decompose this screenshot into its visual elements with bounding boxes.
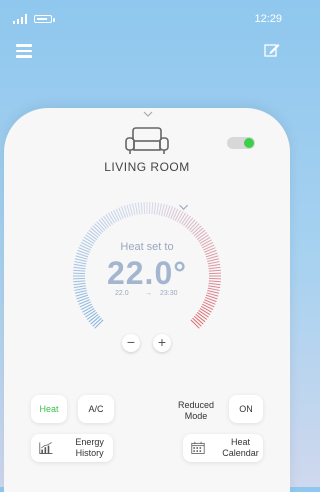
dial-tick [196,314,205,321]
sofa-icon [124,127,170,155]
menu-button[interactable] [16,44,32,58]
dial-tick [197,233,207,240]
dial-tick [199,310,209,317]
dial-tick [106,214,113,224]
dial-tick [104,216,111,226]
edit-icon[interactable] [264,42,280,58]
heat-mode-button[interactable]: Heat [31,395,67,423]
dial-tick [138,203,139,215]
dial-handle-icon[interactable] [180,205,188,209]
dial-tick [175,210,180,221]
dial-tick [152,202,153,214]
chevron-down-icon[interactable] [143,111,153,117]
dial-tick [187,220,195,229]
battery-icon [34,15,52,23]
dial-tick [159,203,161,215]
dial-tick [202,304,213,309]
increase-temp-button[interactable]: + [153,334,171,352]
dial-tick [177,211,183,221]
dial-tick [133,203,135,215]
dial-tick [196,230,205,237]
dial-tick [99,220,107,229]
dial-tick [200,308,210,314]
schedule-from-temp: 22.0 [115,290,129,297]
dial-tick [141,202,142,214]
dial-tick [82,306,92,312]
dial-tick [194,228,203,236]
dial-tick [81,304,92,309]
dial-tick [91,228,100,236]
dial-tick [154,203,155,215]
dial-tick [101,218,108,227]
schedule-until-time: 23:30 [160,290,178,297]
room-power-toggle[interactable] [227,137,255,149]
reduced-mode-label: Reduced Mode [172,400,220,422]
dial-tick [201,306,211,312]
dial-tick [85,310,95,317]
dial-tick [87,233,97,240]
dial-tick [183,216,190,226]
set-temperature: 22.0° [0,255,294,292]
dial-tick [181,214,188,224]
dial-tick [108,213,114,223]
reduced-mode-toggle-button[interactable]: ON [229,395,263,423]
dial-tick [89,314,98,321]
dial-tick [161,204,164,216]
calendar-icon [191,440,205,456]
dial-tick [135,203,137,215]
dial-tick [194,316,203,324]
dial-tick [197,312,207,319]
decrease-temp-button[interactable]: − [122,334,140,352]
dial-tick [111,211,117,221]
dial-tick [185,218,192,227]
chart-icon [39,440,53,456]
heat-calendar-button[interactable]: Heat Calendar [183,434,263,462]
dial-tick [84,308,94,314]
heat-calendar-label: Heat Calendar [218,437,263,459]
dial-tick [130,204,133,216]
ac-mode-button[interactable]: A/C [78,395,114,423]
toggle-knob [244,138,254,148]
signal-icon [13,14,27,24]
dial-tick [179,213,185,223]
dial-tick [89,230,98,237]
energy-history-button[interactable]: Energy History [31,434,113,462]
dial-tick [113,210,118,221]
dial-tick [91,316,100,324]
dial-tick [87,312,97,319]
energy-history-label: Energy History [66,437,113,459]
dial-tick [157,203,159,215]
dial-title: Heat set to [0,241,294,253]
status-bar: 12:29 [0,0,294,36]
status-time: 12:29 [254,13,282,25]
room-name: LIVING ROOM [0,160,294,174]
schedule-arrow-icon: → [145,290,152,297]
